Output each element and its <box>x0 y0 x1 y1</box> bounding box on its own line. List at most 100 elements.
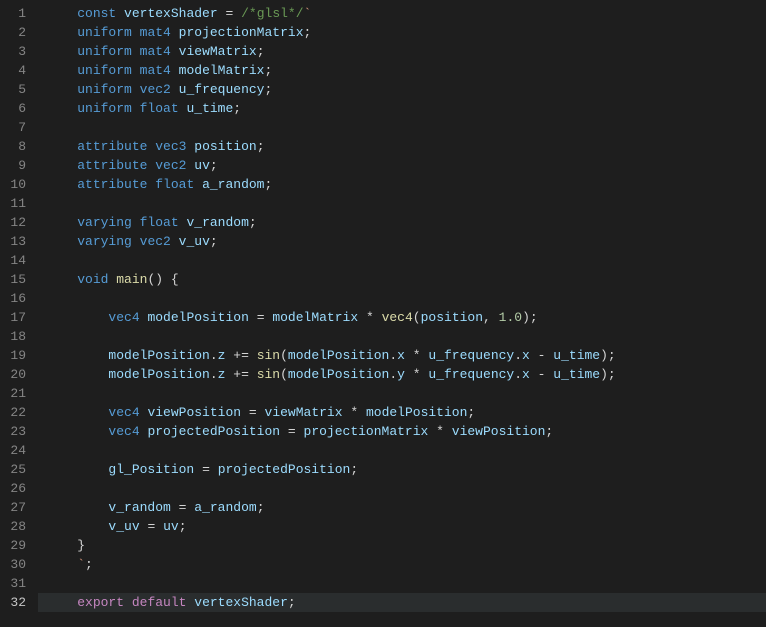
token-type: vec2 <box>140 234 171 249</box>
token-punct: . <box>514 367 522 382</box>
token-op: += <box>233 367 249 382</box>
token-ident: uv <box>194 158 210 173</box>
code-line[interactable]: uniform mat4 projectionMatrix; <box>38 23 766 42</box>
token-plain <box>171 63 179 78</box>
code-line[interactable] <box>38 289 766 308</box>
code-line[interactable]: } <box>38 536 766 555</box>
token-ident: x <box>522 348 530 363</box>
code-line[interactable]: void main() { <box>38 270 766 289</box>
line-number: 9 <box>8 156 26 175</box>
code-line[interactable] <box>38 118 766 137</box>
token-ident: viewMatrix <box>179 44 257 59</box>
code-line[interactable] <box>38 194 766 213</box>
line-number: 23 <box>8 422 26 441</box>
token-ident: position <box>421 310 483 325</box>
code-line[interactable]: vec4 viewPosition = viewMatrix * modelPo… <box>38 403 766 422</box>
line-number: 10 <box>8 175 26 194</box>
token-ident: y <box>397 367 405 382</box>
line-number: 5 <box>8 80 26 99</box>
code-line[interactable]: vec4 modelPosition = modelMatrix * vec4(… <box>38 308 766 327</box>
code-line[interactable]: v_uv = uv; <box>38 517 766 536</box>
token-kw: uniform <box>77 82 132 97</box>
token-punct: ( <box>280 367 288 382</box>
token-op: * <box>413 348 421 363</box>
code-line[interactable]: uniform float u_time; <box>38 99 766 118</box>
token-ident: v_uv <box>179 234 210 249</box>
token-plain <box>171 82 179 97</box>
token-punct: . <box>389 367 397 382</box>
line-number: 8 <box>8 137 26 156</box>
code-line[interactable]: uniform vec2 u_frequency; <box>38 80 766 99</box>
token-plain <box>491 310 499 325</box>
line-number: 7 <box>8 118 26 137</box>
token-ident: modelPosition <box>288 348 389 363</box>
line-number: 15 <box>8 270 26 289</box>
token-ident: v_random <box>186 215 248 230</box>
code-line[interactable]: varying float v_random; <box>38 213 766 232</box>
line-number: 21 <box>8 384 26 403</box>
code-area[interactable]: const vertexShader = /*glsl*/` uniform m… <box>38 0 766 627</box>
code-editor[interactable]: 1234567891011121314151617181920212223242… <box>0 0 766 627</box>
token-ident: vertexShader <box>124 6 218 21</box>
token-ident: u_frequency <box>179 82 265 97</box>
code-line[interactable]: uniform mat4 modelMatrix; <box>38 61 766 80</box>
code-line[interactable]: varying vec2 v_uv; <box>38 232 766 251</box>
token-punct: () <box>147 272 163 287</box>
code-line[interactable]: attribute float a_random; <box>38 175 766 194</box>
line-number: 18 <box>8 327 26 346</box>
token-kw: const <box>77 6 116 21</box>
token-ident: x <box>397 348 405 363</box>
token-func: sin <box>257 348 280 363</box>
token-plain <box>249 367 257 382</box>
token-plain <box>132 63 140 78</box>
code-line[interactable]: `; <box>38 555 766 574</box>
code-line[interactable] <box>38 441 766 460</box>
code-line[interactable] <box>38 327 766 346</box>
code-line[interactable] <box>38 479 766 498</box>
token-plain <box>194 462 202 477</box>
code-line[interactable]: const vertexShader = /*glsl*/` <box>38 4 766 23</box>
line-number: 32 <box>8 593 26 612</box>
token-type: vec4 <box>108 405 139 420</box>
token-plain <box>530 367 538 382</box>
code-line[interactable]: attribute vec3 position; <box>38 137 766 156</box>
code-line[interactable]: modelPosition.z += sin(modelPosition.y *… <box>38 365 766 384</box>
token-plain <box>249 348 257 363</box>
token-ident: vertexShader <box>194 595 288 610</box>
code-line[interactable]: vec4 projectedPosition = projectionMatri… <box>38 422 766 441</box>
token-plain <box>233 6 241 21</box>
line-number: 30 <box>8 555 26 574</box>
token-plain <box>132 215 140 230</box>
token-plain <box>171 234 179 249</box>
token-plain <box>257 405 265 420</box>
token-punct: ( <box>280 348 288 363</box>
token-plain <box>530 348 538 363</box>
token-plain <box>241 405 249 420</box>
token-kw: uniform <box>77 101 132 116</box>
token-punct: } <box>77 538 85 553</box>
token-punct: { <box>171 272 179 287</box>
token-punct: ; <box>249 215 257 230</box>
token-punct: ; <box>304 25 312 40</box>
code-line[interactable] <box>38 574 766 593</box>
token-punct: ; <box>233 101 241 116</box>
token-punct: , <box>483 310 491 325</box>
code-line[interactable]: export default vertexShader; <box>38 593 766 612</box>
line-number: 4 <box>8 61 26 80</box>
token-ident: v_random <box>108 500 170 515</box>
token-punct: ; <box>530 310 538 325</box>
code-line[interactable]: gl_Position = projectedPosition; <box>38 460 766 479</box>
token-kw2: export <box>77 595 124 610</box>
code-line[interactable]: v_random = a_random; <box>38 498 766 517</box>
token-punct: ; <box>85 557 93 572</box>
code-line[interactable] <box>38 384 766 403</box>
token-plain <box>194 177 202 192</box>
token-type: vec2 <box>155 158 186 173</box>
code-line[interactable] <box>38 251 766 270</box>
line-number: 20 <box>8 365 26 384</box>
code-line[interactable]: attribute vec2 uv; <box>38 156 766 175</box>
code-line[interactable]: modelPosition.z += sin(modelPosition.x *… <box>38 346 766 365</box>
token-punct: ; <box>265 177 273 192</box>
token-kw: attribute <box>77 139 147 154</box>
code-line[interactable]: uniform mat4 viewMatrix; <box>38 42 766 61</box>
